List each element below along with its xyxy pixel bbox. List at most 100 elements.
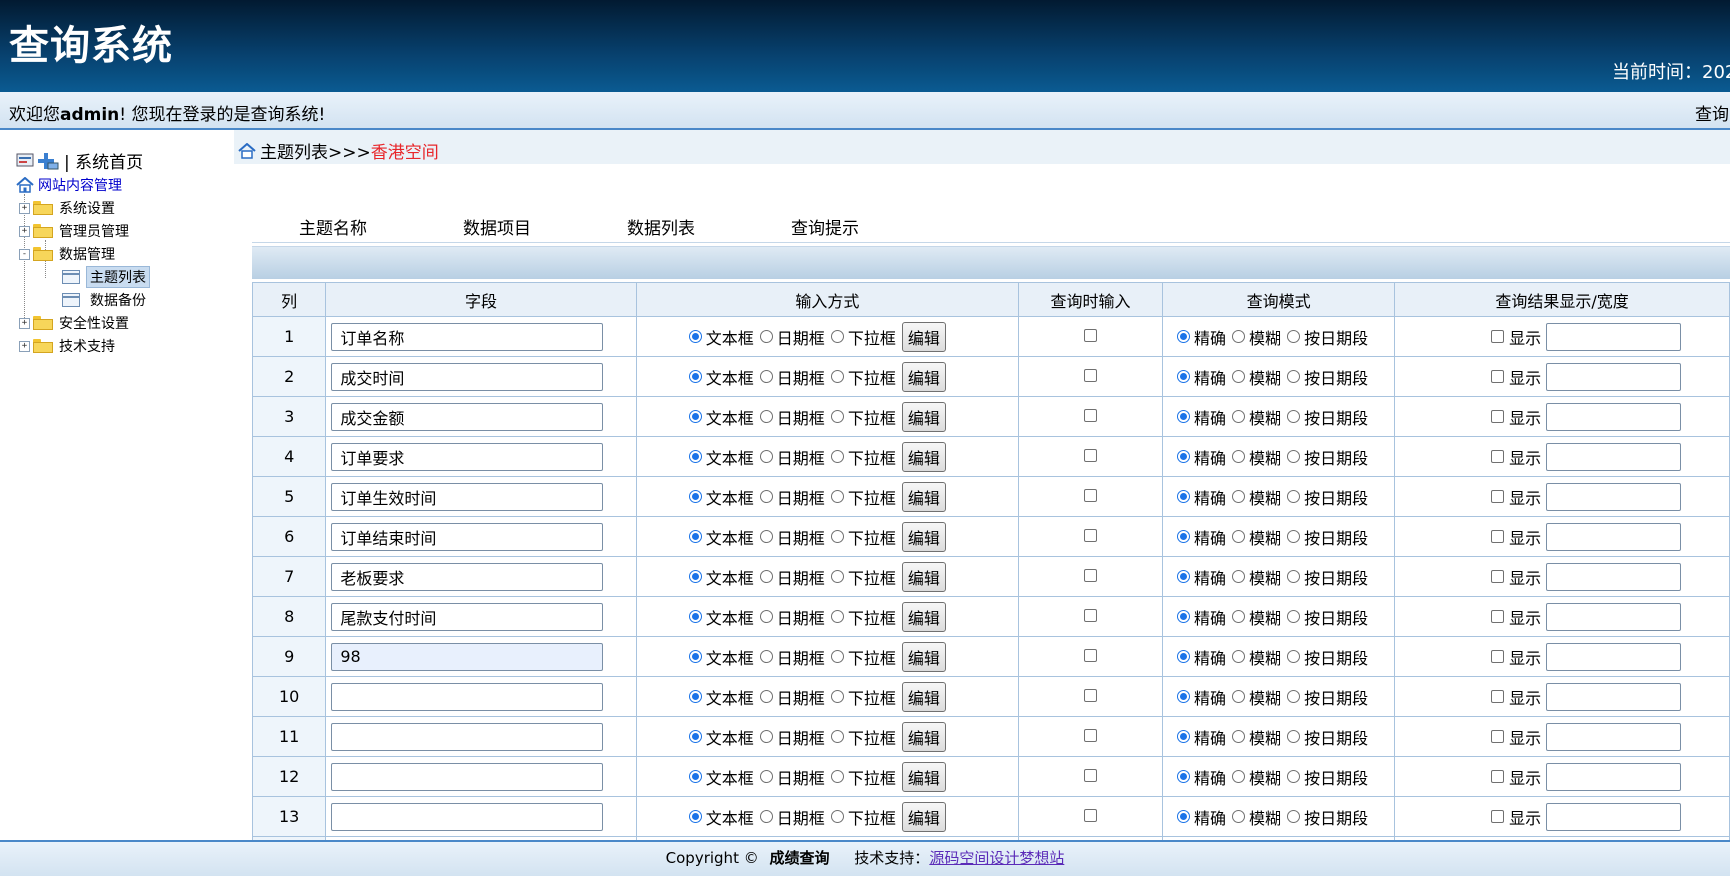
radio-date-range[interactable] [1287, 370, 1301, 383]
radio-textbox[interactable] [688, 410, 702, 423]
radio-date-range[interactable] [1287, 610, 1301, 623]
edit-button[interactable]: 编辑 [901, 361, 946, 392]
radio-date-range[interactable] [1287, 810, 1301, 823]
display-checkbox[interactable] [1491, 370, 1505, 383]
radio-fuzzy[interactable] [1232, 570, 1246, 583]
display-checkbox[interactable] [1491, 450, 1505, 463]
radio-date-range[interactable] [1287, 490, 1301, 503]
width-input[interactable] [1546, 362, 1682, 391]
query-input-checkbox[interactable] [1083, 809, 1097, 822]
expand-icon[interactable]: + [19, 340, 30, 352]
radio-fuzzy[interactable] [1232, 690, 1246, 703]
width-input[interactable] [1546, 522, 1682, 551]
field-name-input[interactable] [331, 402, 604, 431]
sidebar-item-security-settings[interactable]: + 安全性设置 [19, 313, 129, 333]
edit-button[interactable]: 编辑 [901, 761, 946, 792]
radio-exact[interactable] [1177, 650, 1191, 663]
radio-dropdown[interactable] [830, 570, 844, 583]
display-checkbox[interactable] [1491, 730, 1505, 743]
radio-datebox[interactable] [759, 730, 773, 743]
radio-date-range[interactable] [1287, 730, 1301, 743]
radio-dropdown[interactable] [830, 650, 844, 663]
radio-date-range[interactable] [1287, 650, 1301, 663]
display-checkbox[interactable] [1491, 770, 1505, 783]
field-name-input[interactable] [331, 322, 604, 351]
expand-icon[interactable]: + [19, 317, 30, 329]
radio-fuzzy[interactable] [1232, 330, 1246, 343]
field-name-input[interactable] [331, 362, 604, 391]
width-input[interactable] [1546, 402, 1682, 431]
radio-datebox[interactable] [759, 810, 773, 823]
edit-button[interactable]: 编辑 [901, 681, 946, 712]
radio-exact[interactable] [1177, 690, 1191, 703]
edit-button[interactable]: 编辑 [901, 601, 946, 632]
display-checkbox[interactable] [1491, 530, 1505, 543]
radio-textbox[interactable] [688, 690, 702, 703]
edit-button[interactable]: 编辑 [901, 721, 946, 752]
query-input-checkbox[interactable] [1083, 729, 1097, 742]
radio-fuzzy[interactable] [1232, 650, 1246, 663]
radio-fuzzy[interactable] [1232, 370, 1246, 383]
radio-datebox[interactable] [759, 610, 773, 623]
field-name-input[interactable] [331, 722, 604, 751]
edit-button[interactable]: 编辑 [901, 641, 946, 672]
width-input[interactable] [1546, 682, 1682, 711]
tab-data-items[interactable]: 数据项目 [463, 214, 627, 239]
radio-dropdown[interactable] [830, 770, 844, 783]
sidebar-root[interactable]: 网站内容管理 [16, 175, 122, 195]
display-checkbox[interactable] [1491, 570, 1505, 583]
width-input[interactable] [1546, 322, 1682, 351]
radio-fuzzy[interactable] [1232, 490, 1246, 503]
radio-textbox[interactable] [688, 570, 702, 583]
query-input-checkbox[interactable] [1083, 369, 1097, 382]
width-input[interactable] [1546, 722, 1682, 751]
radio-exact[interactable] [1177, 530, 1191, 543]
edit-button[interactable]: 编辑 [901, 521, 946, 552]
radio-exact[interactable] [1177, 490, 1191, 503]
radio-textbox[interactable] [688, 370, 702, 383]
radio-datebox[interactable] [759, 330, 773, 343]
field-name-input[interactable] [331, 602, 604, 631]
field-name-input[interactable] [331, 762, 604, 791]
display-checkbox[interactable] [1491, 410, 1505, 423]
sidebar-item-tech-support[interactable]: + 技术支持 [19, 336, 115, 356]
radio-dropdown[interactable] [830, 490, 844, 503]
radio-date-range[interactable] [1287, 690, 1301, 703]
tab-data-list[interactable]: 数据列表 [627, 214, 791, 239]
width-input[interactable] [1546, 642, 1682, 671]
display-checkbox[interactable] [1491, 330, 1505, 343]
radio-datebox[interactable] [759, 370, 773, 383]
sidebar-item-data-management[interactable]: - 数据管理 [19, 244, 115, 264]
radio-date-range[interactable] [1287, 450, 1301, 463]
expand-icon[interactable]: + [19, 202, 30, 214]
radio-datebox[interactable] [759, 490, 773, 503]
radio-dropdown[interactable] [830, 810, 844, 823]
sidebar-item-data-backup[interactable]: 数据备份 [62, 290, 150, 310]
radio-dropdown[interactable] [830, 330, 844, 343]
display-checkbox[interactable] [1491, 810, 1505, 823]
radio-date-range[interactable] [1287, 330, 1301, 343]
radio-fuzzy[interactable] [1232, 610, 1246, 623]
radio-dropdown[interactable] [830, 410, 844, 423]
query-link[interactable]: 查询 [1695, 100, 1729, 125]
sidebar-item-topic-list[interactable]: 主题列表 [62, 266, 150, 288]
width-input[interactable] [1546, 442, 1682, 471]
radio-textbox[interactable] [688, 490, 702, 503]
width-input[interactable] [1546, 482, 1682, 511]
sidebar-item-admin-management[interactable]: + 管理员管理 [19, 221, 129, 241]
query-input-checkbox[interactable] [1083, 489, 1097, 502]
field-name-input[interactable] [331, 682, 604, 711]
radio-dropdown[interactable] [830, 530, 844, 543]
query-input-checkbox[interactable] [1083, 649, 1097, 662]
collapse-icon[interactable]: - [19, 248, 30, 260]
radio-exact[interactable] [1177, 610, 1191, 623]
query-input-checkbox[interactable] [1083, 449, 1097, 462]
radio-exact[interactable] [1177, 810, 1191, 823]
edit-button[interactable]: 编辑 [901, 321, 946, 352]
query-input-checkbox[interactable] [1083, 769, 1097, 782]
display-checkbox[interactable] [1491, 490, 1505, 503]
radio-dropdown[interactable] [830, 370, 844, 383]
footer-tech-link[interactable]: 源码空间设计梦想站 [929, 849, 1064, 867]
query-input-checkbox[interactable] [1083, 409, 1097, 422]
radio-exact[interactable] [1177, 450, 1191, 463]
